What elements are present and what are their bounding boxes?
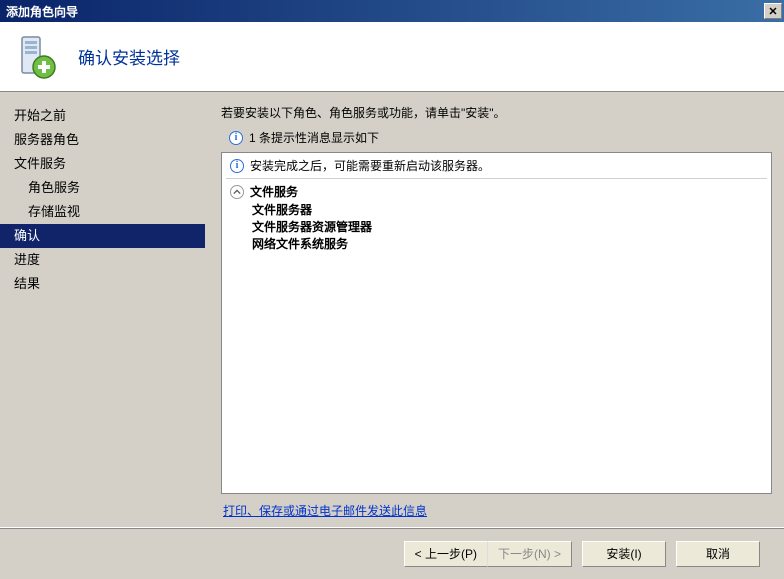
notice-text: 安装完成之后，可能需要重新启动该服务器。: [250, 157, 490, 174]
wizard-window: 添加角色向导 ✕ 确认安装选择 开始之前 服务器角色 文件服务 角色服务 存储监…: [0, 0, 784, 579]
list-item: 文件服务器: [252, 202, 763, 219]
page-title: 确认安装选择: [78, 44, 180, 69]
cancel-button[interactable]: 取消: [676, 541, 760, 567]
link-row: 打印、保存或通过电子邮件发送此信息: [221, 494, 772, 527]
info-summary-row: i 1 条提示性消息显示如下: [221, 129, 772, 146]
nav-button-group: < 上一步(P) 下一步(N) >: [404, 541, 572, 567]
info-icon: i: [229, 131, 243, 145]
next-button: 下一步(N) >: [487, 541, 572, 567]
main-panel: 若要安装以下角色、角色服务或功能，请单击"安装"。 i 1 条提示性消息显示如下…: [205, 92, 784, 527]
server-role-icon: [12, 33, 60, 81]
list-item: 网络文件系统服务: [252, 236, 763, 253]
export-link[interactable]: 打印、保存或通过电子邮件发送此信息: [223, 504, 427, 518]
sidebar-item-role-services[interactable]: 角色服务: [0, 176, 205, 200]
notice-row: i 安装完成之后，可能需要重新启动该服务器。: [222, 153, 771, 178]
wizard-header: 确认安装选择: [0, 22, 784, 92]
sidebar-item-server-roles[interactable]: 服务器角色: [0, 128, 205, 152]
info-icon: i: [230, 159, 244, 173]
wizard-body: 开始之前 服务器角色 文件服务 角色服务 存储监视 确认 进度 结果 若要安装以…: [0, 92, 784, 527]
content-box: i 安装完成之后，可能需要重新启动该服务器。 文件服务 文件服务器 文件服务器资…: [221, 152, 772, 494]
sidebar: 开始之前 服务器角色 文件服务 角色服务 存储监视 确认 进度 结果: [0, 92, 205, 527]
sidebar-item-storage-monitor[interactable]: 存储监视: [0, 200, 205, 224]
sidebar-item-confirm[interactable]: 确认: [0, 224, 205, 248]
sidebar-item-results[interactable]: 结果: [0, 272, 205, 296]
sidebar-item-file-services[interactable]: 文件服务: [0, 152, 205, 176]
previous-button[interactable]: < 上一步(P): [404, 541, 488, 567]
close-button[interactable]: ✕: [764, 3, 782, 19]
section-header[interactable]: 文件服务: [222, 179, 771, 202]
section-title: 文件服务: [250, 183, 298, 200]
instruction-text: 若要安装以下角色、角色服务或功能，请单击"安装"。: [221, 104, 772, 121]
window-title: 添加角色向导: [6, 3, 78, 20]
sidebar-item-before-begin[interactable]: 开始之前: [0, 104, 205, 128]
chevron-up-icon: [230, 185, 244, 199]
list-item: 文件服务器资源管理器: [252, 219, 763, 236]
install-button[interactable]: 安装(I): [582, 541, 666, 567]
sidebar-item-progress[interactable]: 进度: [0, 248, 205, 272]
info-summary-text: 1 条提示性消息显示如下: [249, 129, 379, 146]
titlebar: 添加角色向导 ✕: [0, 0, 784, 22]
footer: < 上一步(P) 下一步(N) > 安装(I) 取消: [0, 527, 784, 579]
selected-items: 文件服务器 文件服务器资源管理器 网络文件系统服务: [222, 202, 771, 257]
